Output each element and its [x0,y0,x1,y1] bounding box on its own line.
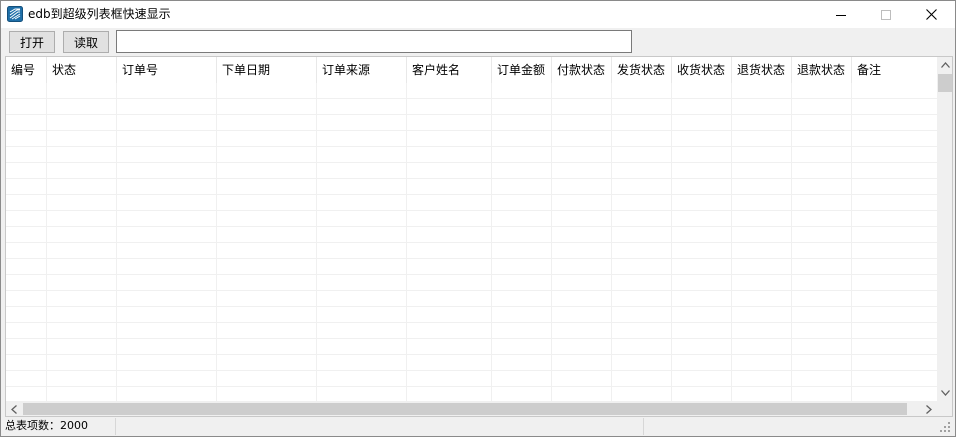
status-pane-3 [644,418,936,435]
column-header-id[interactable]: 编号 [6,57,47,83]
column-header-refund-status[interactable]: 退款状态 [792,57,852,83]
status-total-count: 总表项数：2000 [1,418,116,435]
list-body[interactable] [6,83,937,401]
scrollbar-corner [937,401,952,416]
list-header: 编号 状态 订单号 下单日期 订单来源 客户姓名 订单金额 付款状态 发货状态 … [6,57,937,83]
column-divider [116,83,117,401]
status-pane-2 [116,418,644,435]
chevron-left-icon [11,404,17,414]
column-header-status[interactable]: 状态 [47,57,117,83]
column-header-payment-status[interactable]: 付款状态 [552,57,612,83]
column-divider [791,83,792,401]
column-divider [551,83,552,401]
window-title: edb到超级列表框快速显示 [28,7,171,21]
column-divider [731,83,732,401]
column-divider [316,83,317,401]
vertical-scroll-thumb[interactable] [938,74,952,92]
close-icon [925,9,937,20]
close-button[interactable] [908,1,954,28]
chevron-up-icon [940,62,950,68]
column-divider [216,83,217,401]
column-divider [491,83,492,401]
column-header-order-no[interactable]: 订单号 [117,57,217,83]
column-header-receipt-status[interactable]: 收货状态 [672,57,732,83]
maximize-button[interactable] [863,1,909,28]
read-button[interactable]: 读取 [63,31,109,53]
scroll-down-button[interactable] [937,385,952,401]
column-header-order-amount[interactable]: 订单金额 [492,57,552,83]
horizontal-scrollbar[interactable] [6,401,937,416]
minimize-icon [836,14,846,16]
column-header-return-status[interactable]: 退货状态 [732,57,792,83]
column-header-order-date[interactable]: 下单日期 [217,57,317,83]
open-button[interactable]: 打开 [9,31,55,53]
column-divider [46,83,47,401]
column-header-order-source[interactable]: 订单来源 [317,57,407,83]
column-divider [671,83,672,401]
title-bar[interactable]: edb到超级列表框快速显示 [1,1,955,28]
chevron-right-icon [926,404,932,414]
column-divider [611,83,612,401]
resize-grip-icon[interactable] [939,421,951,433]
minimize-button[interactable] [818,1,864,28]
column-header-remarks[interactable]: 备注 [852,57,937,83]
column-header-shipping-status[interactable]: 发货状态 [612,57,672,83]
horizontal-scroll-thumb[interactable] [23,403,907,415]
column-header-customer-name[interactable]: 客户姓名 [407,57,492,83]
path-input[interactable] [116,30,632,53]
maximize-icon [881,9,891,20]
main-window: edb到超级列表框快速显示 打开 读取 编号 状态 订单号 下单日期 订单来源 … [0,0,956,437]
vertical-scrollbar[interactable] [937,57,952,401]
status-bar: 总表项数：2000 [1,417,955,436]
chevron-down-icon [940,390,950,396]
column-divider [406,83,407,401]
scroll-left-button[interactable] [6,401,22,416]
scroll-up-button[interactable] [937,57,952,73]
app-icon [7,6,23,22]
super-list-box[interactable]: 编号 状态 订单号 下单日期 订单来源 客户姓名 订单金额 付款状态 发货状态 … [5,56,953,417]
scroll-right-button[interactable] [921,401,937,416]
column-divider [851,83,852,401]
